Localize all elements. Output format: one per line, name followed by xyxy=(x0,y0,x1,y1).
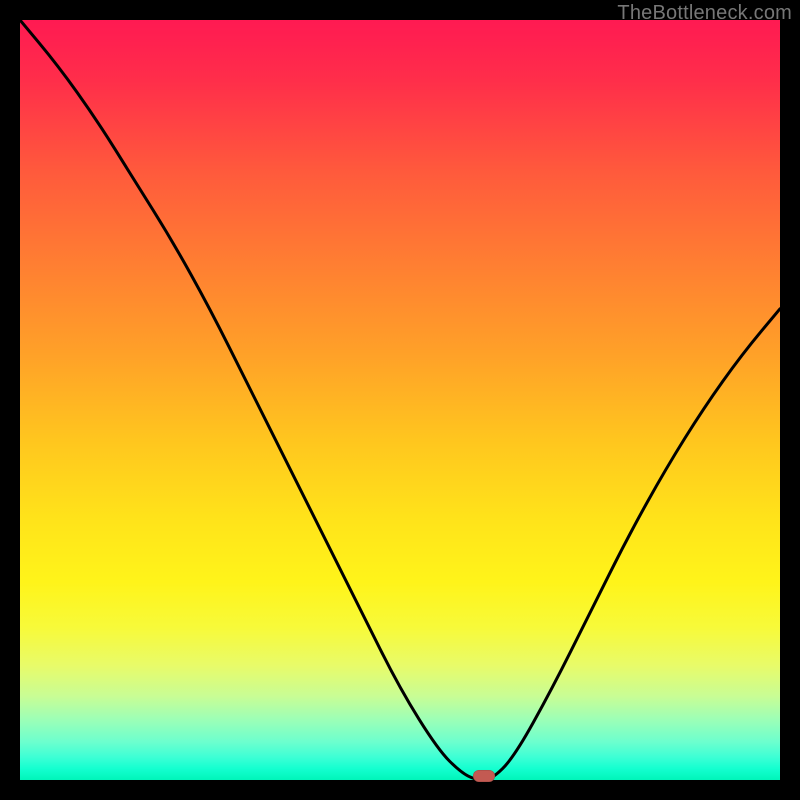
curve-svg xyxy=(20,20,780,780)
watermark-text: TheBottleneck.com xyxy=(617,2,792,25)
chart-frame: TheBottleneck.com xyxy=(0,0,800,800)
bottleneck-curve xyxy=(20,20,780,780)
plot-area xyxy=(20,20,780,780)
min-marker xyxy=(473,770,495,782)
